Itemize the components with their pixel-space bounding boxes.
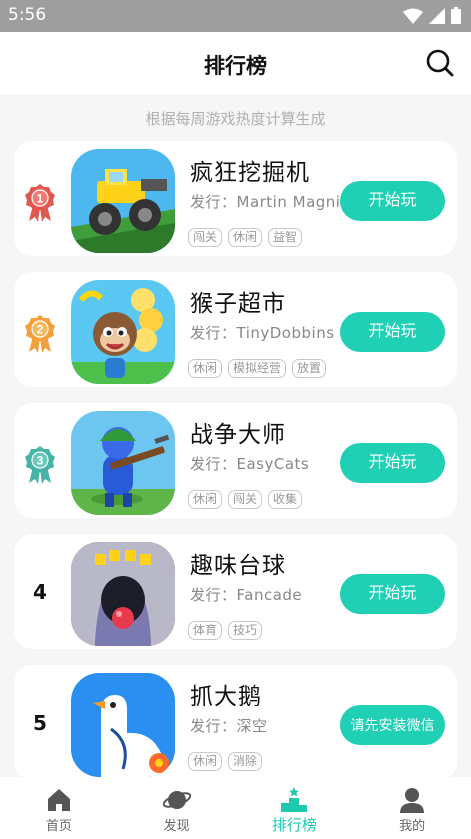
game-tags: 休闲 消除 [188, 752, 263, 771]
status-time: 5:56 [8, 5, 47, 25]
billiards-game-icon [71, 542, 175, 646]
signal-icon [429, 7, 445, 24]
rank-3-medal-icon: 3 [25, 446, 55, 484]
goose-game-icon [71, 673, 175, 777]
podium-icon [281, 787, 308, 812]
game-tag: 放置 [292, 359, 327, 378]
game-publisher: 发行：深空 [190, 717, 268, 735]
game-tag: 消除 [228, 752, 263, 771]
game-title: 猴子超市 [190, 291, 286, 317]
game-publisher: 发行：EasyCats [190, 455, 310, 473]
game-icon-fun-billiards[interactable] [71, 542, 175, 646]
game-tag: 技巧 [228, 621, 263, 640]
rank-number: 1 [37, 192, 44, 206]
rank-number: 4 [33, 580, 47, 604]
nav-label: 我的 [399, 819, 426, 834]
game-card[interactable]: 5 抓大鹅 发行：深空 休闲 消除 请先安装微信 [14, 665, 457, 780]
game-tag: 休闲 [228, 228, 263, 247]
app-header: 排行榜 [0, 32, 471, 94]
planet-icon [162, 791, 191, 809]
game-tag: 体育 [188, 621, 223, 640]
rank-number: 2 [37, 323, 44, 337]
search-icon [426, 49, 454, 77]
status-bar: 5:56 [0, 0, 471, 32]
start-play-button[interactable]: 开始玩 [340, 443, 445, 483]
search-button[interactable] [425, 48, 455, 78]
game-title: 疯狂挖掘机 [190, 160, 310, 186]
game-tag: 闯关 [228, 490, 263, 509]
bottom-nav: 首页 发现 排行榜 我的 [0, 777, 471, 839]
game-icon-war-master[interactable] [71, 411, 175, 515]
nav-item-discover[interactable]: 发现 [118, 777, 236, 839]
game-icon-monkey-mart[interactable] [71, 280, 175, 384]
start-play-button[interactable]: 开始玩 [340, 181, 445, 221]
nav-item-home[interactable]: 首页 [0, 777, 118, 839]
rank-2-medal-icon: 2 [25, 315, 55, 353]
game-tag: 益智 [268, 228, 303, 247]
soldier-game-icon [71, 411, 175, 515]
game-tag: 休闲 [188, 490, 223, 509]
rank-number: 3 [37, 454, 44, 468]
user-icon [400, 788, 425, 813]
game-icon-catch-goose[interactable] [71, 673, 175, 777]
game-publisher: 发行：Fancade [190, 586, 303, 604]
start-play-button[interactable]: 开始玩 [340, 574, 445, 614]
nav-item-profile[interactable]: 我的 [353, 777, 471, 839]
monkey-game-icon [71, 280, 175, 384]
game-title: 趣味台球 [190, 553, 286, 579]
game-title: 战争大师 [190, 422, 286, 448]
nav-label: 排行榜 [271, 816, 317, 834]
game-list: 1 疯狂挖掘机 发行：Martin Magni 闯关 休闲 益智 开始玩 2 猴… [14, 141, 457, 796]
rank-number: 5 [33, 711, 47, 735]
game-tags: 体育 技巧 [188, 621, 263, 640]
game-tag: 休闲 [188, 752, 223, 771]
game-card[interactable]: 2 猴子超市 发行：TinyDobbins 休闲 模拟经营 放置 开始玩 [14, 272, 457, 387]
wifi-icon [403, 8, 423, 24]
nav-label: 发现 [163, 819, 190, 834]
game-tag: 模拟经营 [228, 359, 287, 378]
status-icons [403, 7, 461, 24]
install-wechat-button[interactable]: 请先安装微信 [340, 705, 445, 745]
game-publisher: 发行：TinyDobbins [190, 324, 335, 342]
game-tag: 休闲 [188, 359, 223, 378]
battery-icon [451, 7, 461, 24]
game-tag: 闯关 [188, 228, 223, 247]
excavator-game-icon [71, 149, 175, 253]
game-icon-excavator[interactable] [71, 149, 175, 253]
game-card[interactable]: 3 战争大师 发行：EasyCats 休闲 闯关 收集 开始玩 [14, 403, 457, 518]
game-tag: 收集 [268, 490, 303, 509]
page-title: 排行榜 [204, 54, 267, 78]
game-tags: 休闲 模拟经营 放置 [188, 359, 327, 378]
game-card[interactable]: 4 趣味台球 发行：Fancade 体育 技巧 开始玩 [14, 534, 457, 649]
game-title: 抓大鹅 [190, 684, 262, 710]
ranking-subtitle: 根据每周游戏热度计算生成 [145, 110, 326, 128]
game-tags: 休闲 闯关 收集 [188, 490, 303, 509]
game-card[interactable]: 1 疯狂挖掘机 发行：Martin Magni 闯关 休闲 益智 开始玩 [14, 141, 457, 256]
rank-1-medal-icon: 1 [25, 184, 55, 222]
home-icon [47, 789, 70, 811]
nav-label: 首页 [45, 819, 72, 834]
nav-item-ranking[interactable]: 排行榜 [236, 777, 354, 839]
game-tags: 闯关 休闲 益智 [188, 228, 303, 247]
start-play-button[interactable]: 开始玩 [340, 312, 445, 352]
game-publisher: 发行：Martin Magni [190, 193, 341, 211]
